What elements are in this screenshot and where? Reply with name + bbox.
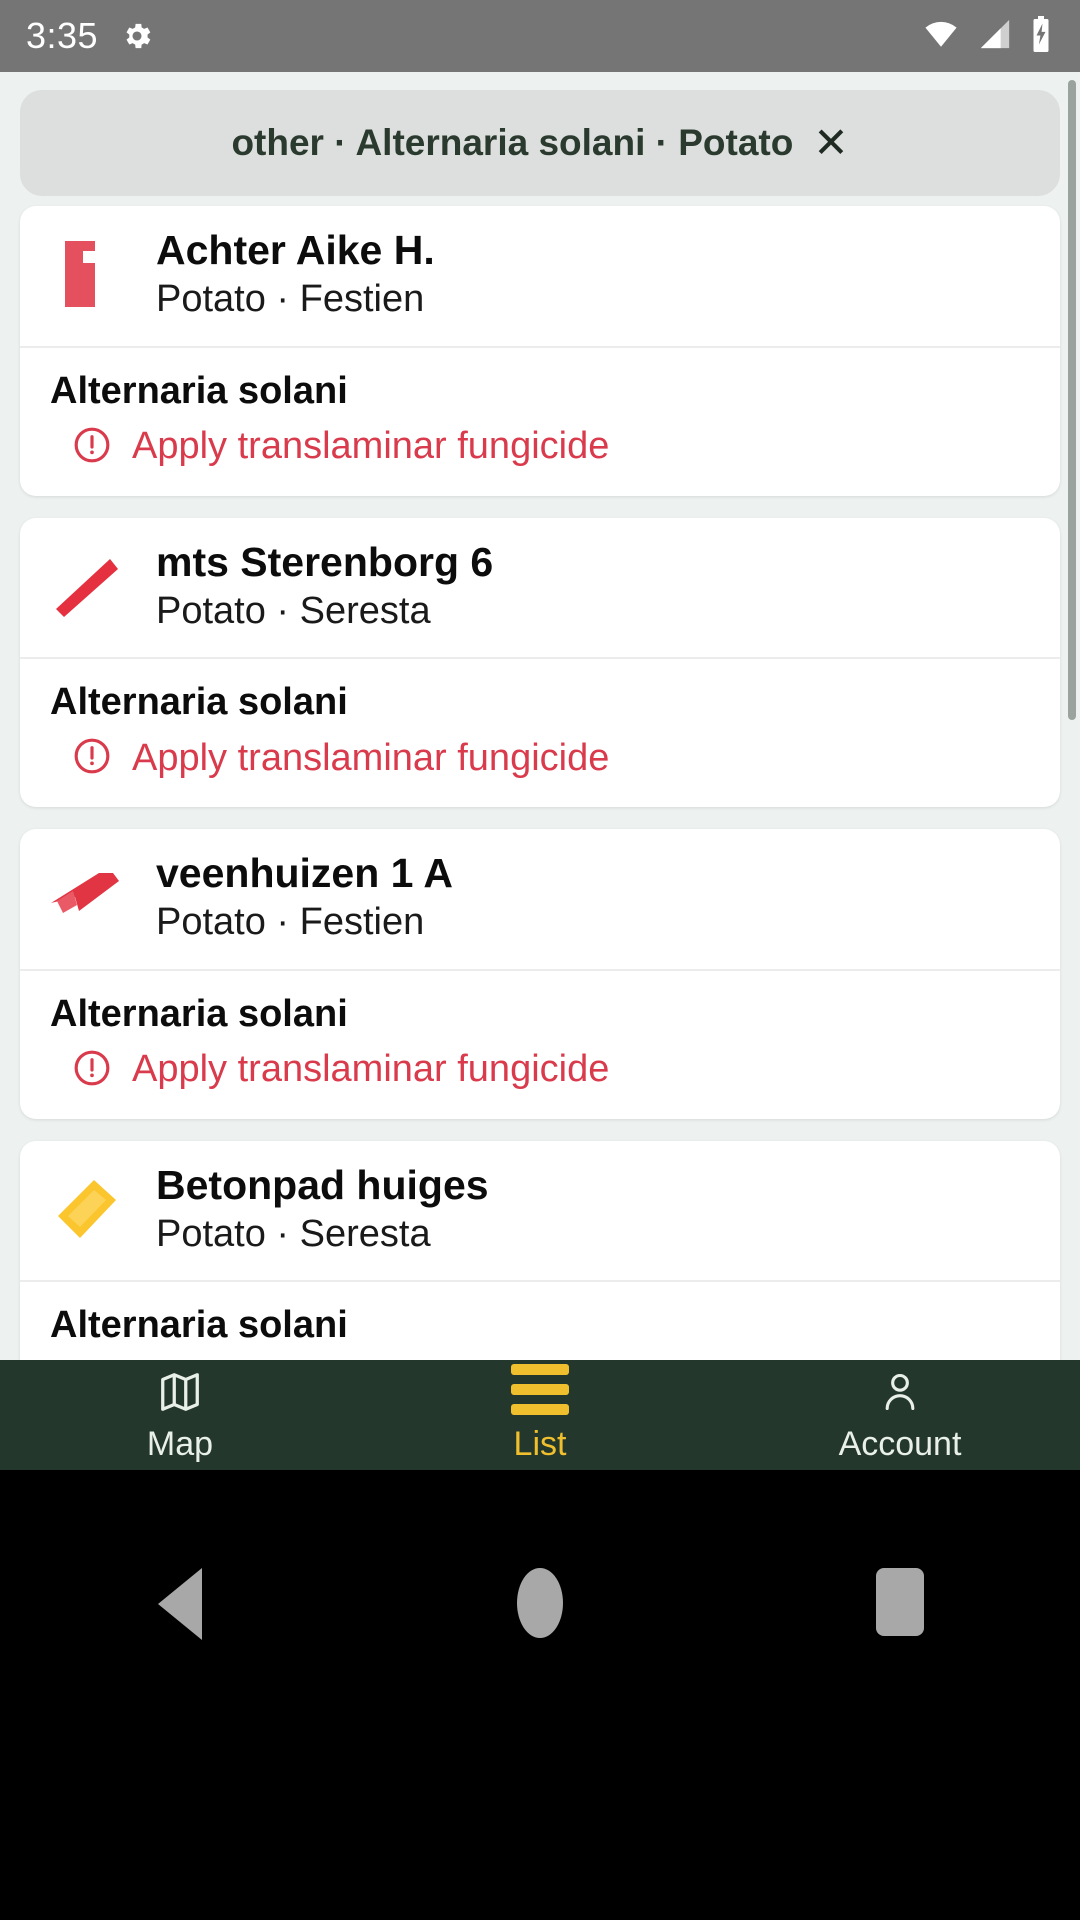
- nav-tab-list[interactable]: List: [360, 1363, 720, 1464]
- map-icon: [157, 1367, 203, 1415]
- active-filter-chip[interactable]: other · Alternaria solani · Potato ✕: [20, 90, 1060, 196]
- filter-label: other · Alternaria solani · Potato: [231, 122, 794, 163]
- card-title-group: veenhuizen 1 A Potato · Festien: [156, 850, 453, 945]
- card-title-group: mts Sterenborg 6 Potato · Seresta: [156, 538, 494, 634]
- cellular-signal-icon: [976, 17, 1014, 56]
- card-title-group: Achter Aike H. Potato · Festien: [156, 227, 435, 322]
- list-scroll-area[interactable]: other · Alternaria solani · Potato ✕ Ach…: [0, 72, 1080, 1360]
- field-name: Betonpad huiges: [156, 1161, 489, 1208]
- alert-circle-icon: [72, 736, 112, 781]
- card-body: Alternaria solani Apply translaminar fun…: [20, 348, 1060, 496]
- nav-label-map: Map: [146, 1424, 214, 1463]
- field-card-list: Achter Aike H. Potato · Festien Alternar…: [0, 196, 1080, 1360]
- alert-circle-icon: [72, 1048, 112, 1093]
- nav-label-list: List: [513, 1424, 567, 1463]
- card-header[interactable]: Achter Aike H. Potato · Festien: [20, 206, 1060, 346]
- advice-row: Apply translaminar fungicide: [50, 1048, 1036, 1093]
- card-body: Alternaria solani Apply translaminar fun…: [20, 659, 1060, 807]
- advice-row: Apply translaminar fungicide: [50, 425, 1036, 470]
- status-time: 3:35: [26, 15, 99, 56]
- card-header[interactable]: veenhuizen 1 A Potato · Festien: [20, 829, 1060, 969]
- status-bar: 3:35: [0, 0, 1080, 72]
- filter-chip-container: other · Alternaria solani · Potato ✕: [0, 72, 1080, 196]
- phone-screen: 3:35 other · Alternaria solani · Potato …: [0, 0, 1080, 1920]
- list-item[interactable]: veenhuizen 1 A Potato · Festien Alternar…: [20, 829, 1060, 1119]
- crop-variety: Potato · Festien: [156, 901, 425, 944]
- close-icon[interactable]: ✕: [813, 122, 848, 164]
- nav-tab-map[interactable]: Map: [0, 1367, 360, 1464]
- card-title-group: Betonpad huiges Potato · Seresta: [156, 1161, 489, 1257]
- scrollbar[interactable]: [1068, 80, 1076, 720]
- disease-name: Alternaria solani: [50, 681, 348, 724]
- gear-icon: [120, 19, 154, 53]
- recents-square-icon[interactable]: [810, 1568, 990, 1636]
- disease-name: Alternaria solani: [50, 369, 348, 412]
- back-triangle-icon[interactable]: [90, 1568, 270, 1640]
- card-body: Alternaria solani Consider translaminar …: [20, 1282, 1060, 1360]
- field-shape-icon: [44, 232, 130, 318]
- crop-variety: Potato · Seresta: [156, 1212, 431, 1255]
- card-body: Alternaria solani Apply translaminar fun…: [20, 971, 1060, 1119]
- nav-label-account: Account: [838, 1424, 962, 1463]
- bottom-navigation: Map List Account: [0, 1360, 1080, 1470]
- field-shape-icon: [44, 855, 130, 941]
- list-item[interactable]: Achter Aike H. Potato · Festien Alternar…: [20, 206, 1060, 496]
- android-navigation-bar: [0, 1470, 1080, 1920]
- wifi-icon: [920, 17, 962, 56]
- home-circle-icon[interactable]: [450, 1568, 630, 1638]
- crop-variety: Potato · Festien: [156, 277, 425, 320]
- field-name: veenhuizen 1 A: [156, 850, 453, 897]
- field-shape-icon: [44, 543, 130, 629]
- field-shape-icon: [44, 1167, 130, 1253]
- person-icon: [878, 1367, 922, 1415]
- battery-charging-icon: [1028, 15, 1054, 57]
- status-right-icons: [920, 15, 1054, 57]
- list-item[interactable]: Betonpad huiges Potato · Seresta Alterna…: [20, 1140, 1060, 1360]
- crop-variety: Potato · Seresta: [156, 589, 431, 632]
- disease-name: Alternaria solani: [50, 992, 348, 1035]
- advice-text: Apply translaminar fungicide: [132, 425, 610, 468]
- alert-circle-icon: [72, 425, 112, 470]
- advice-text: Apply translaminar fungicide: [132, 736, 610, 779]
- nav-tab-account[interactable]: Account: [720, 1367, 1080, 1464]
- list-icon: [511, 1363, 569, 1415]
- disease-name: Alternaria solani: [50, 1304, 348, 1347]
- card-header[interactable]: Betonpad huiges Potato · Seresta: [20, 1141, 1060, 1281]
- advice-row: Apply translaminar fungicide: [50, 736, 1036, 781]
- field-name: mts Sterenborg 6: [156, 538, 494, 585]
- list-item[interactable]: mts Sterenborg 6 Potato · Seresta Altern…: [20, 517, 1060, 808]
- card-header[interactable]: mts Sterenborg 6 Potato · Seresta: [20, 518, 1060, 658]
- field-name: Achter Aike H.: [156, 227, 435, 273]
- advice-text: Apply translaminar fungicide: [132, 1048, 610, 1091]
